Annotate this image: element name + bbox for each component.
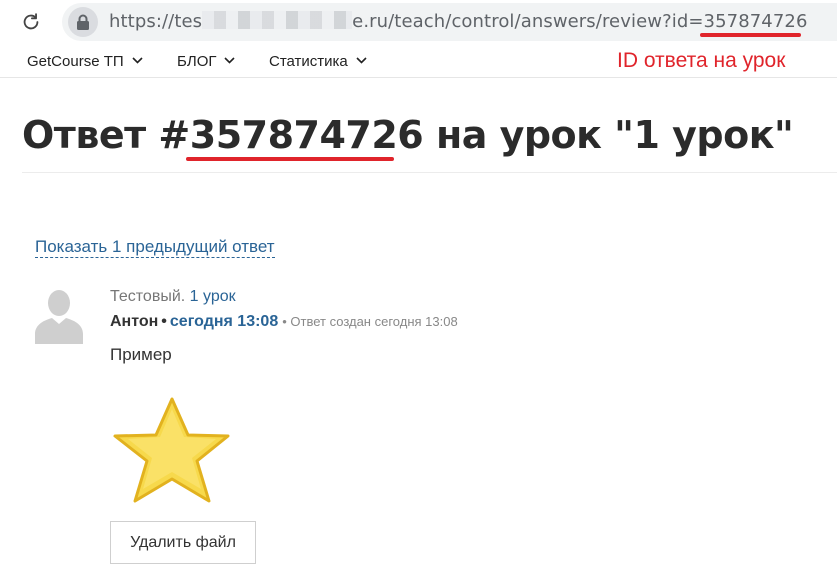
title-suffix: на урок "1 урок" <box>423 113 794 157</box>
annotation-answer-id: ID ответа на урок <box>617 49 786 72</box>
url-id-highlight-underline <box>700 33 801 37</box>
chevron-down-icon <box>132 57 143 64</box>
answer-created-meta: • Ответ создан сегодня 13:08 <box>282 314 458 329</box>
avatar <box>35 290 83 344</box>
title-prefix: Ответ # <box>22 113 190 157</box>
lesson-prefix: Тестовый. <box>110 288 190 305</box>
attached-image-star[interactable] <box>110 395 235 510</box>
chevron-down-icon <box>224 57 236 64</box>
menu-item-label: Статистика <box>269 53 348 70</box>
separator-dot: • <box>161 313 167 330</box>
author-name[interactable]: Антон <box>110 313 158 330</box>
author-line: Антон • сегодня 13:08 • Ответ создан сегодн… <box>110 313 458 331</box>
lock-icon[interactable] <box>68 7 98 37</box>
url-answer-id: 357874726 <box>703 11 808 32</box>
answer-text: Пример <box>110 345 172 364</box>
lesson-breadcrumb: Тестовый. 1 урок <box>110 288 236 306</box>
menu-item-blog[interactable]: БЛОГ <box>177 53 236 70</box>
menu-item-statistics[interactable]: Статистика <box>269 53 367 70</box>
title-id-highlight-underline <box>186 157 394 161</box>
menu-item-getcourse[interactable]: GetCourse ТП <box>27 53 143 70</box>
reload-icon[interactable] <box>20 11 42 33</box>
title-divider <box>22 172 837 173</box>
title-answer-id: 357874726 <box>189 113 424 157</box>
delete-file-button[interactable]: Удалить файл <box>110 521 256 564</box>
answer-time-link[interactable]: сегодня 13:08 <box>170 313 278 330</box>
browser-toolbar: https://tes e.ru/teach/control/answers/re… <box>0 0 837 44</box>
chevron-down-icon <box>356 57 367 64</box>
menu-item-label: GetCourse ТП <box>27 53 124 70</box>
url-middle: e.ru/teach/control/answers/review?id= <box>352 11 704 32</box>
url-redacted-block <box>202 11 353 29</box>
url-text: https://tes e.ru/teach/control/answers/re… <box>109 11 808 32</box>
menu-item-label: БЛОГ <box>177 53 217 70</box>
show-previous-answers-link[interactable]: Показать 1 предыдущий ответ <box>35 237 275 258</box>
star-icon <box>113 397 230 503</box>
url-prefix: https://tes <box>109 11 203 32</box>
lesson-link[interactable]: 1 урок <box>190 288 236 305</box>
page-title: Ответ #357874726 на урок "1 урок" <box>22 113 794 157</box>
